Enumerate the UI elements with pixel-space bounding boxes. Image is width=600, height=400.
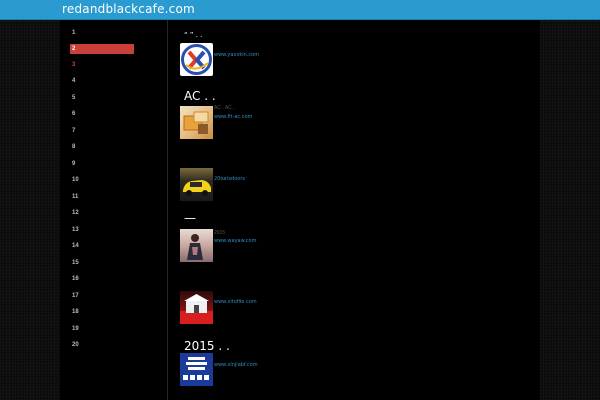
sidebar-item-14[interactable]: 14 [70,241,134,251]
sidebar-item-6[interactable]: 6 [70,109,134,119]
site-title-link[interactable]: redandblackcafe.com [62,2,195,16]
entry-link-5[interactable]: www.xitofile.com [214,299,257,305]
entry-link-4[interactable]: www.wayaw.com [214,238,256,244]
sidebar-item-17[interactable]: 17 [70,291,134,301]
sidebar-item-18[interactable]: 18 [70,307,134,317]
entry-meta-4: 2015 [214,230,226,236]
entry-title-6[interactable]: 2015 . . [184,339,230,353]
sidebar-item-10[interactable]: 10 [70,175,134,185]
sidebar-item-4[interactable]: 4 [70,76,134,86]
fashion-model-icon[interactable] [180,229,213,262]
sidebar-item-5[interactable]: 5 [70,93,134,103]
logo-xl-icon[interactable] [180,43,213,76]
entry-title-2[interactable]: AC . . [184,89,216,103]
red-building-icon[interactable] [180,291,213,324]
sidebar-item-19[interactable]: 19 [70,324,134,334]
sidebar-item-8[interactable]: 8 [70,142,134,152]
listing-content: “ ” . . www.yaxxkin.com AC . . AC . AC ,… [168,20,540,400]
top-header-bar: redandblackcafe.com [0,0,600,20]
sidebar-item-3[interactable]: 3 [70,60,134,70]
entry-title-4[interactable]: — [184,211,196,225]
sidebar-item-9[interactable]: 9 [70,159,134,169]
blue-menu-icon[interactable] [180,353,213,386]
sidebar-item-11[interactable]: 11 [70,192,134,202]
sidebar-item-20[interactable]: 20 [70,340,134,350]
page-body: 1 2 3 4 5 6 7 8 9 10 11 12 13 14 15 16 1… [60,20,540,400]
entry-link-3[interactable]: 20oatsdoors [214,176,245,182]
sidebar-nav: 1 2 3 4 5 6 7 8 9 10 11 12 13 14 15 16 1… [60,20,168,400]
sidebar-item-7[interactable]: 7 [70,126,134,136]
sidebar-item-16[interactable]: 16 [70,274,134,284]
sidebar-item-12[interactable]: 12 [70,208,134,218]
yellow-car-icon[interactable] [180,168,213,201]
sidebar-item-15[interactable]: 15 [70,258,134,268]
sidebar-item-2[interactable]: 2 [70,44,134,54]
sidebar-item-13[interactable]: 13 [70,225,134,235]
entry-title-1[interactable]: “ ” . . [184,31,202,39]
entry-link-1[interactable]: www.yaxxkin.com [214,52,259,58]
entry-link-2[interactable]: www.fit-ac.com [214,114,252,120]
entry-meta-2: AC . AC , [214,105,235,111]
entry-link-6[interactable]: www.xinjiabf.com [214,362,258,368]
sidebar-item-1[interactable]: 1 [70,28,134,38]
food-box-icon[interactable] [180,106,213,139]
